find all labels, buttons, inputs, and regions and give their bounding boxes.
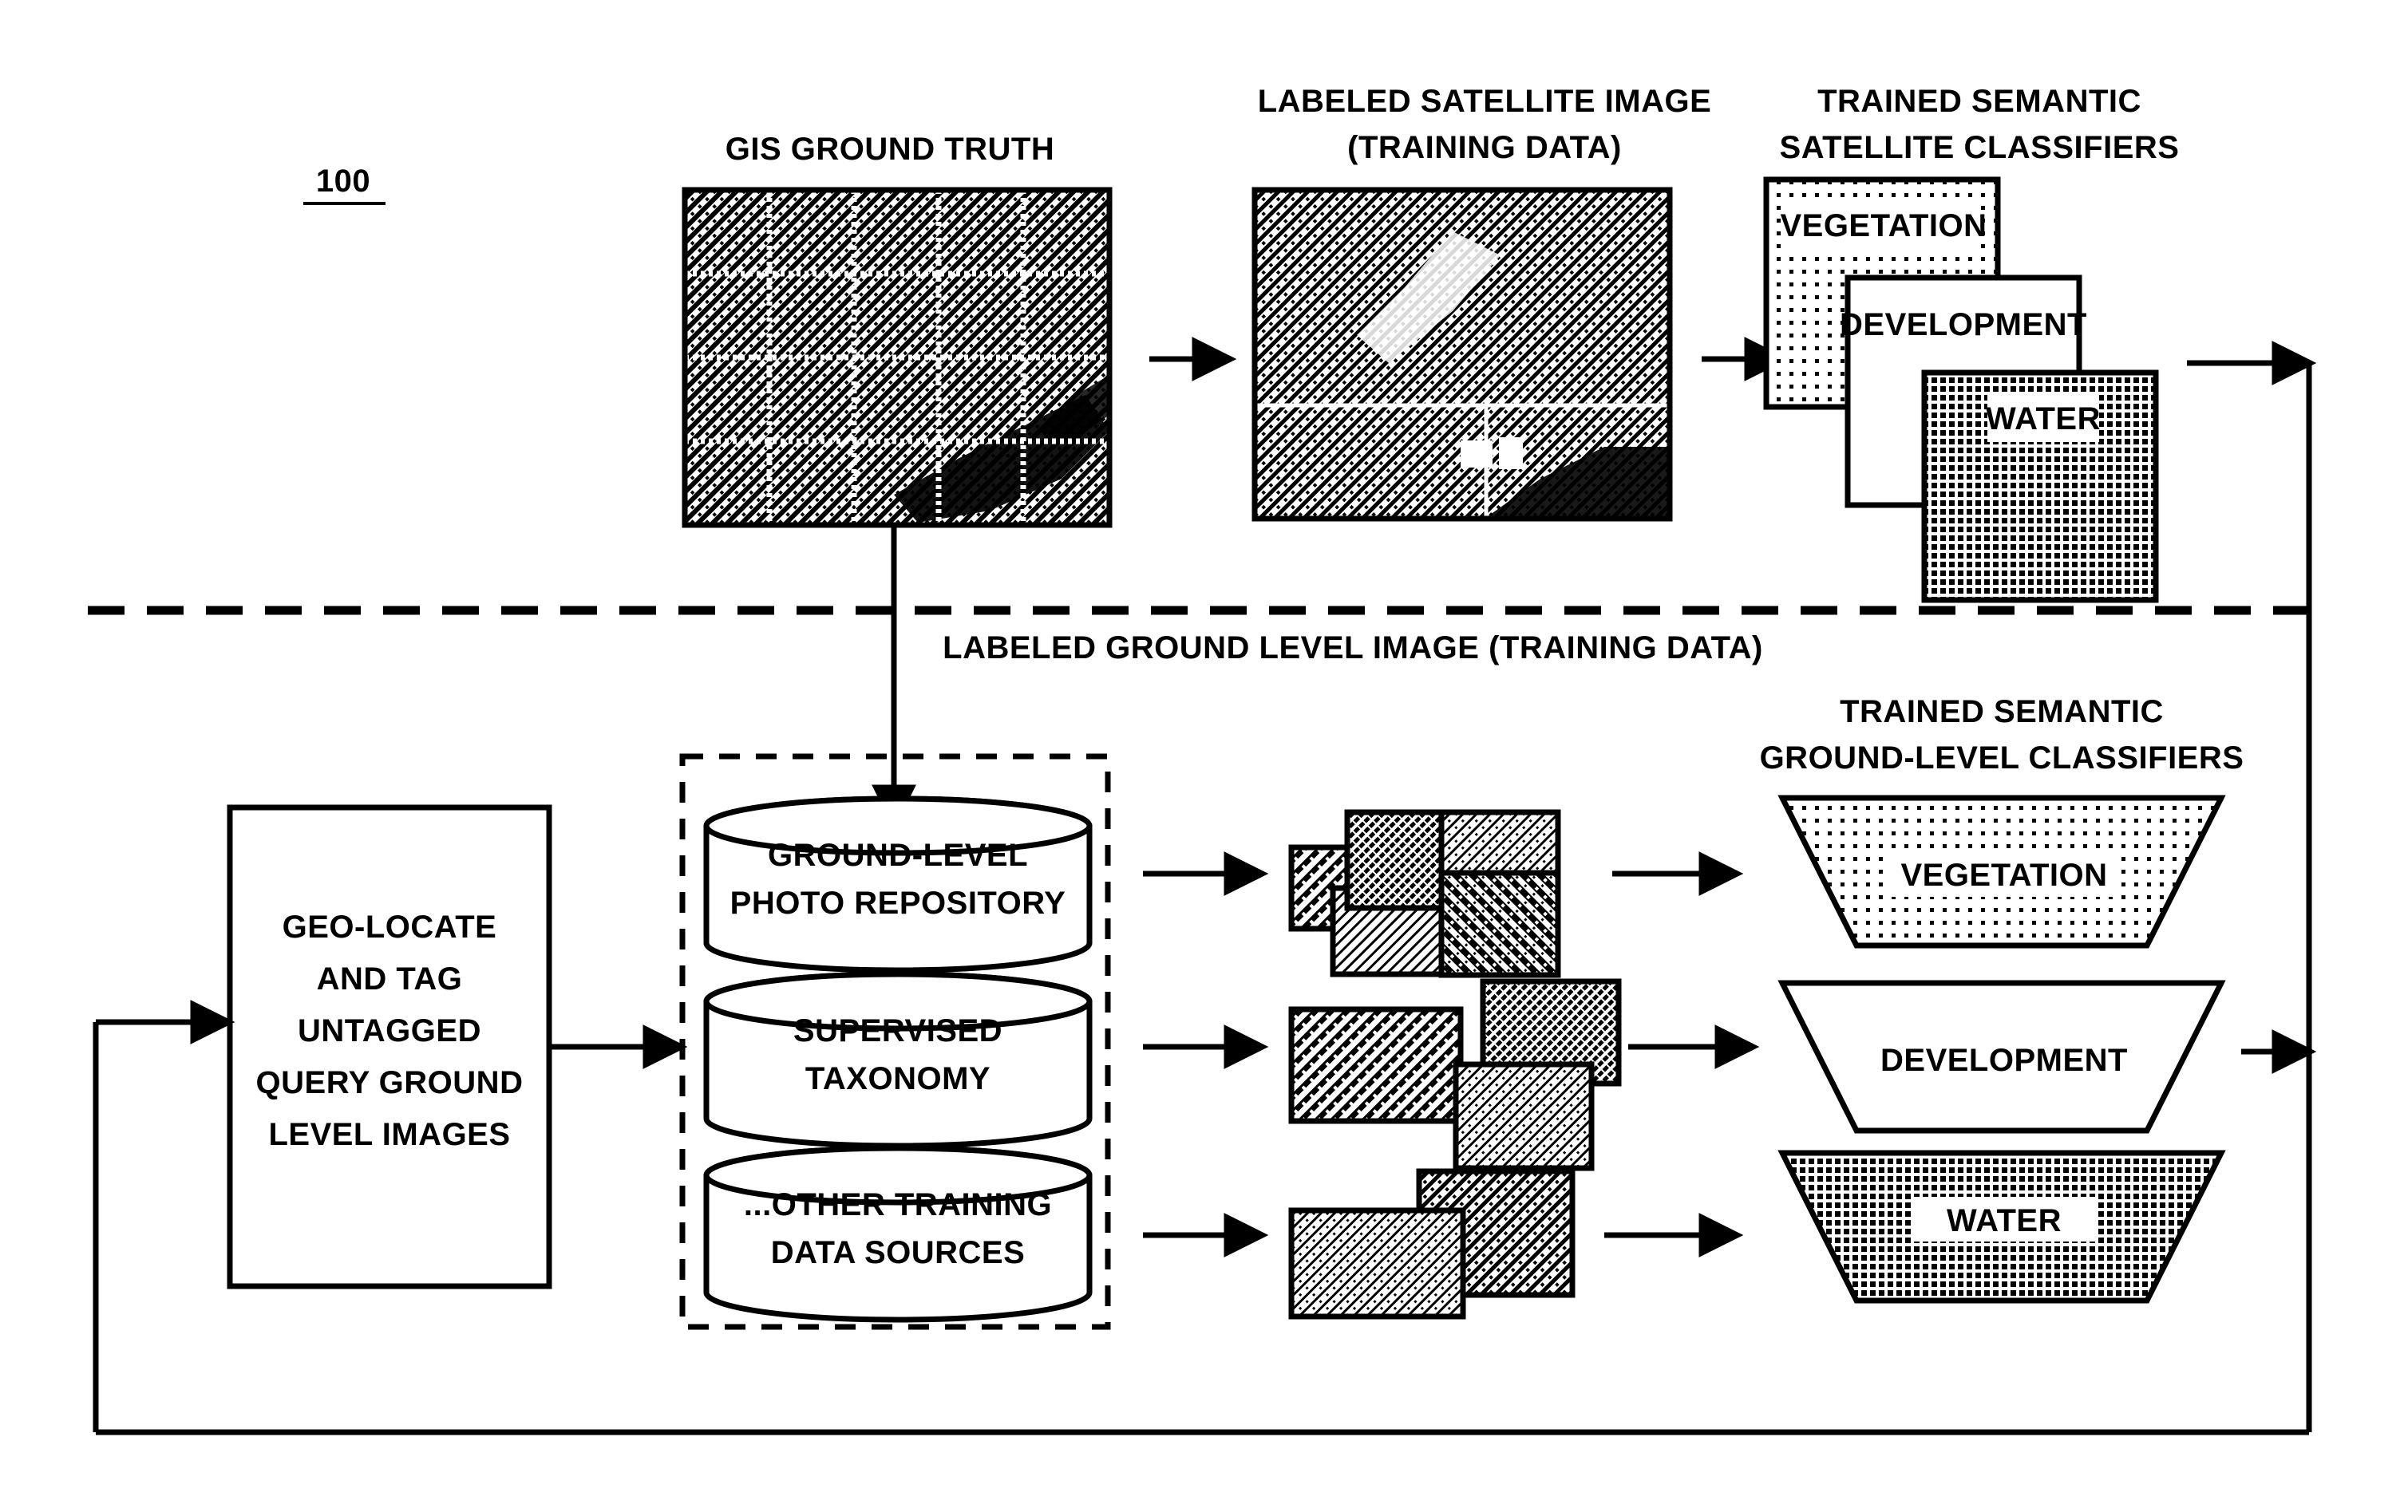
ground-classifier-development-label: DEVELOPMENT — [1880, 1043, 2128, 1078]
ground-classifier-water-label: WATER — [1947, 1203, 2062, 1238]
geo-locate-line4: QUERY GROUND — [256, 1065, 524, 1100]
repository-supervised-taxonomy[interactable]: SUPERVISED TAXONOMY — [703, 971, 1093, 1149]
satellite-classifiers-title-line1: TRAINED SEMANTIC — [1817, 84, 2141, 119]
repository-1-line1: GROUND-LEVEL — [768, 838, 1028, 873]
labeled-satellite-title-line1: LABELED SATELLITE IMAGE — [1258, 84, 1712, 119]
satellite-classifiers-group: TRAINED SEMANTIC SATELLITE CLASSIFIERS V… — [1763, 84, 2180, 603]
labeled-satellite-title-line2: (TRAINING DATA) — [1347, 130, 1622, 165]
gis-ground-truth-image — [682, 187, 1113, 528]
satellite-classifier-development-label: DEVELOPMENT — [1840, 307, 2087, 342]
repository-3-line2: DATA SOURCES — [771, 1235, 1026, 1270]
gis-ground-truth-group: GIS GROUND TRUTH — [682, 132, 1113, 528]
patent-figure-svg: 100 GIS GROUND TRUTH LABELED SATELLITE I… — [88, 84, 2319, 1435]
reference-numeral-100: 100 — [303, 164, 386, 205]
ground-classifier-vegetation[interactable]: VEGETATION — [1777, 795, 2226, 949]
ground-classifiers-title-line1: TRAINED SEMANTIC — [1840, 694, 2164, 729]
geo-locate-box[interactable]: GEO-LOCATE AND TAG UNTAGGED QUERY GROUND… — [227, 804, 552, 1289]
ground-classifier-water[interactable]: WATER — [1777, 1150, 2226, 1304]
photo-cluster-development — [1288, 978, 1622, 1171]
geo-locate-line1: GEO-LOCATE — [283, 910, 497, 945]
labeled-satellite-image — [1251, 187, 1673, 522]
photo-cluster-water — [1288, 1168, 1576, 1320]
labeled-satellite-image-group: LABELED SATELLITE IMAGE (TRAINING DATA) — [1251, 84, 1712, 522]
repository-2-line2: TAXONOMY — [805, 1061, 990, 1096]
satellite-classifier-water[interactable]: WATER — [1921, 369, 2159, 603]
geo-locate-line2: AND TAG — [317, 961, 463, 997]
ground-level-classifiers-group: TRAINED SEMANTIC GROUND-LEVEL CLASSIFIER… — [1760, 694, 2244, 1304]
geo-locate-line5: LEVEL IMAGES — [268, 1117, 510, 1152]
repository-2-line1: SUPERVISED — [793, 1013, 1002, 1048]
gis-ground-truth-title: GIS GROUND TRUTH — [726, 132, 1054, 167]
repository-1-line2: PHOTO REPOSITORY — [730, 886, 1066, 921]
repository-ground-level-photo[interactable]: GROUND-LEVEL PHOTO REPOSITORY — [703, 795, 1093, 973]
photo-cluster-vegetation — [1288, 809, 1561, 978]
ground-classifier-vegetation-label: VEGETATION — [1900, 858, 2107, 893]
divider-label: LABELED GROUND LEVEL IMAGE (TRAINING DAT… — [943, 630, 1763, 665]
repository-3-line1: ...OTHER TRAINING — [744, 1187, 1052, 1222]
figure-canvas: 100 GIS GROUND TRUTH LABELED SATELLITE I… — [0, 0, 2408, 1512]
ground-classifier-development[interactable]: DEVELOPMENT — [1777, 980, 2226, 1134]
satellite-classifier-water-label: WATER — [1986, 401, 2101, 436]
satellite-classifiers-title-line2: SATELLITE CLASSIFIERS — [1780, 130, 2180, 165]
geo-locate-line3: UNTAGGED — [298, 1013, 481, 1048]
satellite-classifier-vegetation-label: VEGETATION — [1780, 208, 1987, 243]
repository-other-training-data[interactable]: ...OTHER TRAINING DATA SOURCES — [703, 1145, 1093, 1323]
ground-classifiers-title-line2: GROUND-LEVEL CLASSIFIERS — [1760, 740, 2244, 776]
reference-numeral-text: 100 — [316, 164, 370, 199]
